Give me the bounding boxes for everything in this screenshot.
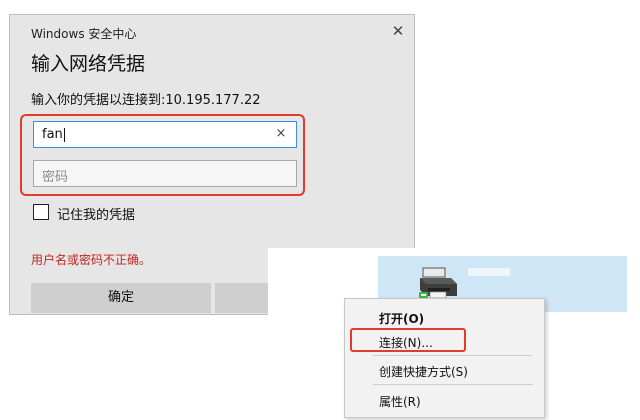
fields-highlight-box bbox=[20, 114, 305, 196]
menu-item-properties[interactable]: 属性(R) bbox=[379, 393, 421, 410]
dialog-prompt: 输入你的凭据以连接到:10.195.177.22 bbox=[31, 93, 261, 108]
menu-item-open[interactable]: 打开(O) bbox=[379, 310, 424, 327]
close-icon[interactable]: ✕ bbox=[388, 21, 408, 41]
context-menu: 打开(O) 连接(N)... 创建快捷方式(S) 属性(R) bbox=[344, 298, 545, 418]
printer-name-label bbox=[468, 268, 510, 276]
menu-item-create-shortcut[interactable]: 创建快捷方式(S) bbox=[379, 363, 468, 380]
menu-separator bbox=[373, 355, 533, 356]
remember-checkbox[interactable] bbox=[33, 204, 49, 220]
error-message: 用户名或密码不正确。 bbox=[31, 253, 152, 267]
dialog-caption: Windows 安全中心 bbox=[31, 27, 137, 41]
connect-highlight-box bbox=[350, 328, 466, 352]
dialog-heading: 输入网络凭据 bbox=[31, 53, 146, 75]
menu-separator bbox=[373, 384, 533, 385]
printer-icon[interactable] bbox=[417, 266, 463, 302]
ok-button[interactable]: 确定 bbox=[31, 283, 211, 313]
remember-label: 记住我的凭据 bbox=[57, 208, 136, 223]
